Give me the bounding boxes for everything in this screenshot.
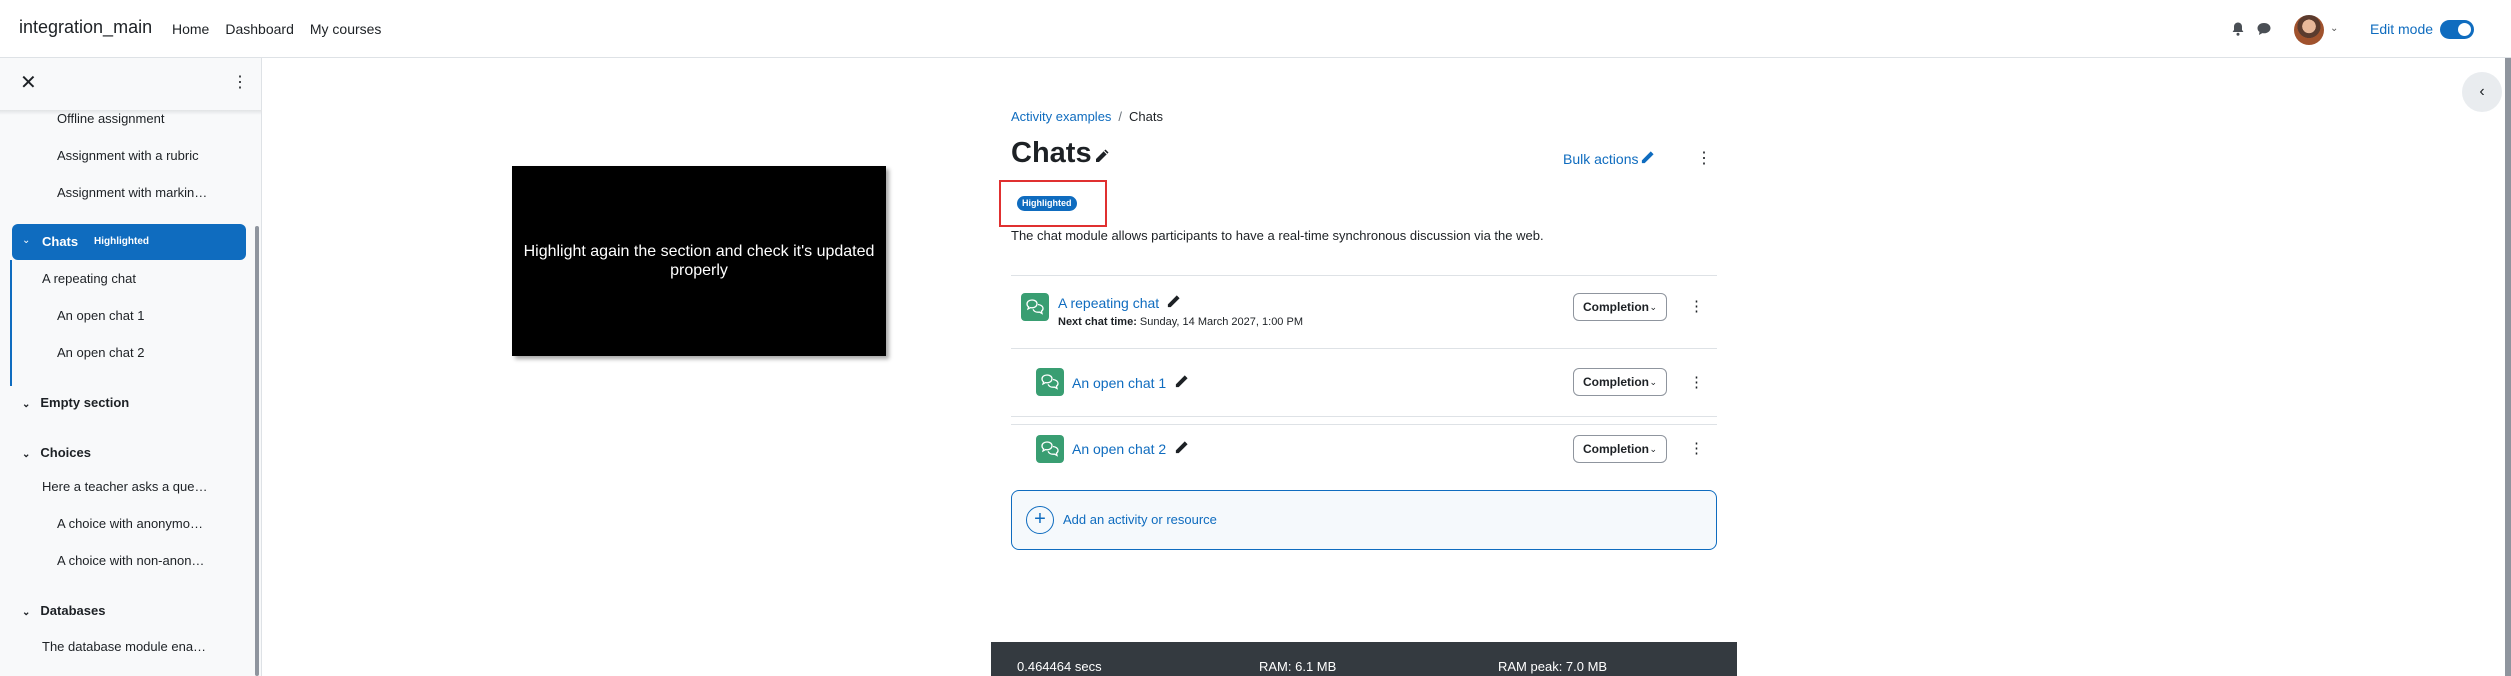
drawer-section-databases[interactable]: ⌄ Databases (22, 603, 105, 618)
activity-link-repeating-chat[interactable]: A repeating chat (1058, 295, 1159, 311)
breadcrumb-current: Chats (1129, 109, 1164, 124)
drawer-scrollbar[interactable] (255, 226, 259, 676)
instruction-overlay-text: Highlight again the section and check it… (523, 243, 875, 279)
drawer-section-chats[interactable]: ⌄ Chats Highlighted (12, 224, 246, 260)
chevron-down-icon: ⌄ (1649, 302, 1657, 312)
activity-next-chat-time: Next chat time: Sunday, 14 March 2027, 1… (1058, 316, 1303, 328)
plus-circle-icon: + (1026, 506, 1054, 534)
nav-home-link[interactable]: Home (172, 21, 209, 37)
footer-time: 0.464464 secs (1017, 659, 1102, 674)
edit-mode-toggle[interactable] (2440, 20, 2474, 39)
edit-activity-pencil-icon[interactable] (1174, 374, 1189, 389)
drawer-options-kebab-icon[interactable]: ⋮ (232, 72, 248, 92)
close-drawer-icon[interactable]: ✕ (20, 70, 37, 95)
messages-icon[interactable] (2256, 21, 2272, 37)
drawer-item-open-chat-2[interactable]: An open chat 2 (57, 345, 237, 360)
edit-mode-label: Edit mode (2370, 21, 2434, 37)
next-chat-time-label: Next chat time: (1058, 316, 1137, 328)
drawer-item-repeating-chat[interactable]: A repeating chat (42, 271, 232, 286)
drawer-item-offline-assignment[interactable]: Offline assignment (57, 111, 243, 126)
completion-dropdown[interactable]: Completion ⌄ (1573, 368, 1667, 396)
drawer-header: ✕ ⋮ (0, 58, 261, 110)
page-title: Chats (1011, 137, 1092, 169)
drawer-section-chats-label: Chats (42, 234, 79, 249)
instruction-overlay: Highlight again the section and check it… (512, 166, 886, 356)
drawer-section-indicator (10, 260, 12, 386)
top-navbar: integration_main Home Dashboard My cours… (0, 0, 2511, 58)
performance-footer: 0.464464 secs RAM: 6.1 MB RAM peak: 7.0 … (991, 642, 1737, 676)
activity-divider (1011, 348, 1717, 349)
bulk-actions-pencil-icon[interactable] (1640, 150, 1655, 165)
chat-activity-icon (1036, 368, 1064, 396)
activity-link-open-chat-2[interactable]: An open chat 2 (1072, 441, 1166, 457)
breadcrumb: Activity examples / Chats (1011, 109, 1163, 124)
drawer-section-choices[interactable]: ⌄ Choices (22, 445, 91, 460)
add-activity-button[interactable]: + Add an activity or resource (1011, 490, 1717, 550)
drawer-highlighted-badge: Highlighted (94, 236, 149, 247)
activity-divider (1011, 416, 1717, 417)
completion-dropdown-label: Completion (1583, 442, 1649, 456)
section-options-kebab-icon[interactable]: ⋮ (1696, 148, 1712, 168)
drawer-section-empty-label: Empty section (40, 395, 130, 410)
edit-activity-pencil-icon[interactable] (1166, 294, 1181, 309)
completion-dropdown-label: Completion (1583, 300, 1649, 314)
footer-ram: RAM: 6.1 MB (1259, 659, 1337, 674)
drawer-item-database-module[interactable]: The database module ena… (42, 639, 222, 654)
chat-activity-icon (1021, 293, 1049, 321)
notifications-bell-icon[interactable] (2230, 21, 2246, 37)
page-scrollbar[interactable] (2505, 58, 2511, 676)
breadcrumb-activity-examples[interactable]: Activity examples (1011, 109, 1111, 124)
activity-options-kebab-icon[interactable]: ⋮ (1689, 373, 1704, 391)
completion-dropdown[interactable]: Completion ⌄ (1573, 293, 1667, 321)
drawer-item-choice-non-anonymous[interactable]: A choice with non-anon… (57, 553, 217, 568)
user-avatar[interactable] (2294, 15, 2324, 45)
activity-options-kebab-icon[interactable]: ⋮ (1689, 297, 1704, 315)
nav-my-courses-link[interactable]: My courses (310, 21, 382, 37)
primary-nav: Home Dashboard My courses (172, 21, 381, 37)
breadcrumb-separator: / (1118, 109, 1123, 124)
section-summary: The chat module allows participants to h… (1011, 228, 1544, 243)
course-index-drawer: ✕ ⋮ Offline assignment Assignment with a… (0, 58, 262, 676)
drawer-section-choices-label: Choices (40, 445, 91, 460)
drawer-item-choice-teacher[interactable]: Here a teacher asks a que… (42, 479, 222, 494)
drawer-item-assignment-marking[interactable]: Assignment with markin… (57, 185, 217, 200)
activity-options-kebab-icon[interactable]: ⋮ (1689, 439, 1704, 457)
next-chat-time-value: Sunday, 14 March 2027, 1:00 PM (1139, 316, 1303, 328)
footer-ram-peak: RAM peak: 7.0 MB (1498, 659, 1608, 674)
chevron-down-icon: ⌄ (1649, 377, 1657, 387)
bulk-actions-link[interactable]: Bulk actions (1563, 151, 1638, 167)
section-chevron-down-icon[interactable]: ⌄ (22, 449, 30, 460)
drawer-item-open-chat-1[interactable]: An open chat 1 (57, 308, 237, 323)
highlighted-badge: Highlighted (1017, 196, 1077, 211)
drawer-section-databases-label: Databases (40, 603, 106, 618)
completion-dropdown-label: Completion (1583, 375, 1649, 389)
site-brand[interactable]: integration_main (19, 17, 152, 38)
drawer-item-choice-anonymous[interactable]: A choice with anonymo… (57, 516, 217, 531)
section-chevron-down-icon[interactable]: ⌄ (22, 607, 30, 618)
chevron-down-icon: ⌄ (1649, 444, 1657, 454)
activity-divider (1011, 275, 1717, 276)
add-activity-label: Add an activity or resource (1063, 512, 1217, 527)
nav-dashboard-link[interactable]: Dashboard (225, 21, 294, 37)
open-block-drawer-chevron-left-icon[interactable]: ‹ (2462, 72, 2502, 112)
completion-dropdown[interactable]: Completion ⌄ (1573, 435, 1667, 463)
activity-link-open-chat-1[interactable]: An open chat 1 (1072, 375, 1166, 391)
drawer-item-assignment-rubric[interactable]: Assignment with a rubric (57, 148, 243, 163)
activity-divider (1011, 424, 1717, 425)
section-chevron-down-icon[interactable]: ⌄ (22, 235, 30, 246)
chat-activity-icon (1036, 435, 1064, 463)
drawer-section-empty[interactable]: ⌄ Empty section (22, 395, 129, 410)
edit-activity-pencil-icon[interactable] (1174, 440, 1189, 455)
section-chevron-down-icon[interactable]: ⌄ (22, 399, 30, 410)
edit-title-pencil-icon[interactable] (1094, 148, 1110, 164)
user-menu-chevron-down-icon[interactable]: ⌄ (2330, 23, 2338, 34)
